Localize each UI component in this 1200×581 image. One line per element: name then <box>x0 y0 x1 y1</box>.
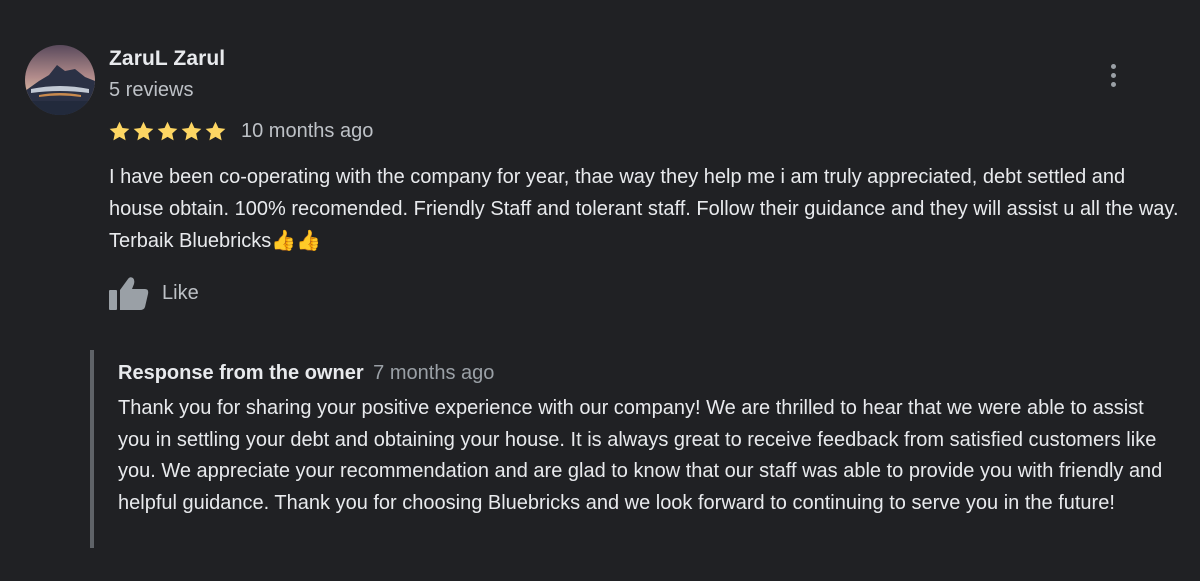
review-time: 10 months ago <box>241 119 374 142</box>
reviewer-review-count[interactable]: 5 reviews <box>109 79 193 102</box>
reviewer-name[interactable]: ZaruL Zarul <box>109 47 225 71</box>
review-text: I have been co-operating with the compan… <box>109 166 1179 252</box>
more-options-button[interactable] <box>1100 58 1126 92</box>
more-vert-icon <box>1110 63 1116 69</box>
like-button[interactable]: Like <box>108 275 199 311</box>
more-vert-icon-dot <box>1110 81 1116 87</box>
star-icon <box>109 121 130 140</box>
owner-response: Response from the owner 7 months ago Tha… <box>90 350 1179 548</box>
owner-response-header: Response from the owner 7 months ago <box>118 362 494 385</box>
owner-response-time: 7 months ago <box>373 362 495 384</box>
star-icon <box>133 121 154 140</box>
rating-row: 10 months ago <box>108 118 373 144</box>
star-icon <box>205 121 226 140</box>
more-vert-icon-dot <box>1110 72 1116 78</box>
star-rating <box>108 120 227 143</box>
avatar-photo <box>25 45 95 115</box>
star-icon <box>181 121 202 140</box>
review-card: ZaruL Zarul 5 reviews 10 months ago I ha… <box>0 0 1200 581</box>
star-icon <box>157 121 178 140</box>
reviewer-avatar[interactable] <box>25 45 95 115</box>
like-label: Like <box>162 281 199 304</box>
owner-response-text: Thank you for sharing your positive expe… <box>118 397 1163 514</box>
thumb-up-icon <box>109 277 149 310</box>
owner-response-title: Response from the owner <box>118 362 364 384</box>
